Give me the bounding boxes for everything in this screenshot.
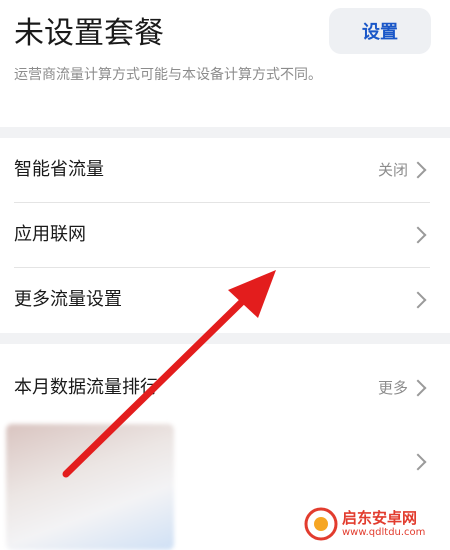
smart-saver-status: 关闭 — [377, 161, 408, 179]
smart-saver-row[interactable]: 智能省流量 关闭 — [0, 138, 450, 202]
plan-note: 运营商流量计算方式可能与本设备计算方式不同。 — [14, 67, 322, 83]
watermark-url: www.qdltdu.com — [342, 527, 426, 538]
chevron-right-icon — [409, 379, 427, 397]
chevron-right-icon — [409, 453, 427, 471]
chevron-right-icon — [409, 291, 427, 309]
watermark-name: 启东安卓网 — [342, 509, 418, 527]
chevron-right-icon — [409, 226, 427, 244]
more-data-settings-label: 更多流量设置 — [14, 289, 122, 310]
plan-header: 未设置套餐 设置 运营商流量计算方式可能与本设备计算方式不同。 — [0, 0, 450, 127]
site-watermark: 启东安卓网 www.qdltdu.com — [304, 504, 444, 544]
watermark-logo-icon — [304, 507, 338, 541]
app-networking-label: 应用联网 — [14, 224, 86, 245]
ranking-more-label: 更多 — [377, 379, 408, 397]
section-divider — [0, 127, 450, 138]
smart-saver-label: 智能省流量 — [14, 159, 104, 180]
monthly-ranking-row[interactable]: 本月数据流量排行 更多 — [0, 356, 450, 420]
chevron-right-icon — [409, 161, 427, 179]
more-data-settings-row[interactable]: 更多流量设置 — [0, 268, 450, 332]
blurred-app-entry — [6, 424, 174, 550]
setup-plan-button[interactable]: 设置 — [329, 8, 431, 54]
section-divider — [0, 333, 450, 344]
monthly-ranking-label: 本月数据流量排行 — [14, 377, 158, 398]
app-networking-row[interactable]: 应用联网 — [0, 203, 450, 267]
plan-title: 未设置套餐 — [14, 16, 164, 51]
